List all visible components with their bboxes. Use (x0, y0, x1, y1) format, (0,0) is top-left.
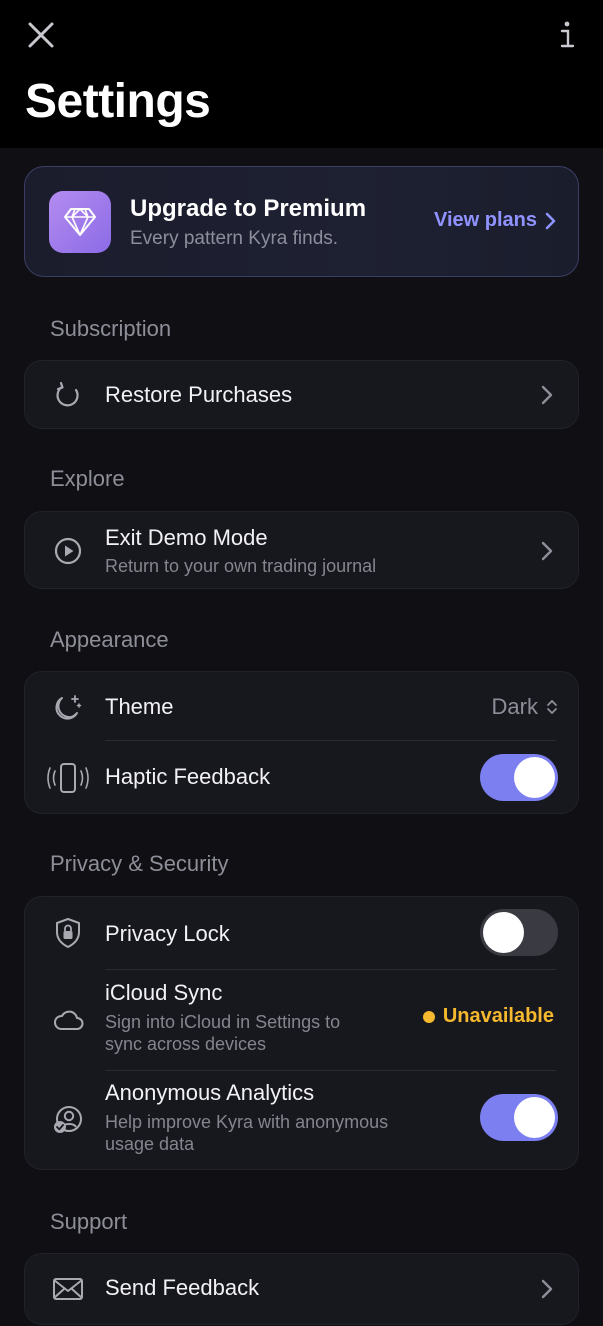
group-privacy: Privacy Lock iCloud Sync Sign into iClou… (24, 896, 579, 1170)
person-check-icon (51, 1103, 85, 1137)
section-label-explore: Explore (50, 466, 125, 491)
theme-label: Theme (105, 694, 174, 719)
send-feedback-label: Send Feedback (105, 1275, 260, 1300)
send-feedback-row[interactable]: Send Feedback (25, 1254, 580, 1326)
premium-subtitle: Every pattern Kyra finds. (130, 228, 339, 249)
icloud-sync-subtitle-line1: Sign into iCloud in Settings to (105, 1012, 341, 1032)
status-dot (422, 1010, 435, 1023)
exit-demo-mode-row[interactable]: Exit Demo Mode Return to your own tradin… (25, 512, 580, 590)
anonymous-analytics-subtitle-line1: Help improve Kyra with anonymous (105, 1112, 389, 1132)
icloud-sync-label: iCloud Sync (105, 980, 223, 1005)
haptic-feedback-label: Haptic Feedback (105, 764, 271, 789)
premium-icon-tile (49, 191, 111, 253)
theme-row[interactable]: Theme Dark (25, 672, 580, 741)
icloud-sync-row[interactable]: iCloud Sync Sign into iCloud in Settings… (25, 970, 580, 1070)
restore-purchases-row[interactable]: Restore Purchases (25, 361, 580, 430)
top-bar: Settings (0, 0, 603, 148)
icloud-sync-subtitle-line2: sync across devices (105, 1034, 267, 1054)
view-plans-link[interactable]: View plans (434, 209, 556, 232)
settings-content: Upgrade to Premium Every pattern Kyra fi… (0, 148, 603, 1325)
group-appearance: Theme Dark Haptic Feedback (24, 671, 579, 814)
page-title: Settings (25, 75, 211, 128)
premium-upgrade-card[interactable]: Upgrade to Premium Every pattern Kyra fi… (24, 166, 579, 277)
chevron-right-icon (545, 212, 556, 229)
diamond-icon (64, 208, 96, 236)
group-subscription: Restore Purchases (24, 360, 579, 429)
exit-demo-mode-subtitle: Return to your own trading journal (105, 556, 377, 576)
close-button[interactable] (24, 18, 58, 52)
play-circle-icon (51, 534, 85, 568)
icloud-status-text: Unavailable (442, 1005, 554, 1027)
envelope-icon (51, 1272, 85, 1306)
toggle-knob (514, 757, 555, 798)
privacy-lock-row: Privacy Lock (25, 897, 580, 969)
chevron-right-icon (541, 1279, 553, 1299)
icloud-status-badge: Unavailable (422, 1005, 554, 1028)
info-button[interactable] (552, 18, 582, 52)
toggle-knob (483, 912, 524, 953)
view-plans-label: View plans (433, 209, 537, 231)
premium-title: Upgrade to Premium (130, 195, 367, 222)
section-label-subscription: Subscription (50, 316, 172, 341)
section-label-appearance: Appearance (50, 627, 169, 652)
chevron-up-down-icon (547, 700, 557, 714)
anonymous-analytics-label: Anonymous Analytics (105, 1080, 315, 1105)
phone-vibrate-icon (47, 761, 89, 795)
section-label-privacy: Privacy & Security (50, 851, 229, 876)
close-icon (28, 22, 54, 48)
haptic-feedback-row: Haptic Feedback (25, 741, 580, 815)
chevron-right-icon (541, 385, 553, 405)
anonymous-analytics-toggle[interactable] (480, 1094, 558, 1141)
restore-purchases-label: Restore Purchases (105, 382, 293, 407)
section-label-support: Support (50, 1209, 128, 1234)
exit-demo-mode-label: Exit Demo Mode (105, 525, 268, 550)
anonymous-analytics-subtitle-line2: usage data (105, 1134, 195, 1154)
moon-stars-icon (51, 690, 85, 724)
group-explore: Exit Demo Mode Return to your own tradin… (24, 511, 579, 589)
anonymous-analytics-row: Anonymous Analytics Help improve Kyra wi… (25, 1071, 580, 1171)
group-support: Send Feedback (24, 1253, 579, 1325)
info-icon (560, 21, 575, 48)
toggle-knob (514, 1097, 555, 1138)
privacy-lock-label: Privacy Lock (105, 921, 230, 946)
shield-lock-icon (51, 916, 85, 950)
theme-picker[interactable]: Dark (492, 694, 558, 720)
haptic-feedback-toggle[interactable] (480, 754, 558, 801)
cloud-icon (51, 1003, 85, 1037)
refresh-icon (51, 378, 85, 412)
privacy-lock-toggle[interactable] (480, 909, 558, 956)
chevron-right-icon (541, 541, 553, 561)
theme-value: Dark (491, 694, 538, 719)
